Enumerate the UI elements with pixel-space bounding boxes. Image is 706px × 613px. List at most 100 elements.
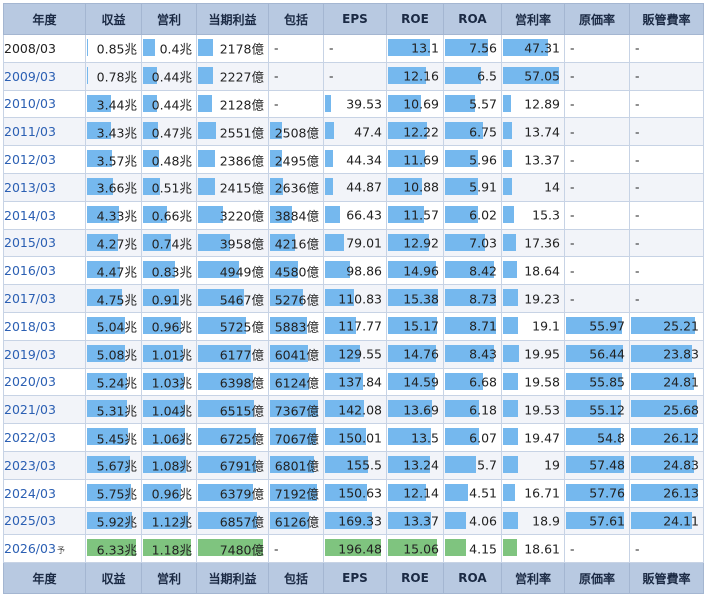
value-cell-net: 2551億 xyxy=(196,117,269,147)
col-header[interactable]: EPS xyxy=(323,3,387,35)
value-text: 26.13 xyxy=(663,485,699,501)
col-header[interactable]: 当期利益 xyxy=(196,3,269,35)
year-link[interactable]: 2026/03 xyxy=(5,541,56,556)
year-link[interactable]: 2010/03 xyxy=(5,96,56,111)
year-link[interactable]: 2021/03 xyxy=(5,402,56,417)
col-footer[interactable]: 包括 xyxy=(268,562,324,595)
value-text: 110.83 xyxy=(338,291,382,307)
year-link[interactable]: 2023/03 xyxy=(5,458,56,473)
year-cell: 2024/03 xyxy=(3,478,86,508)
value-cell-sga: - xyxy=(629,145,704,174)
year-link[interactable]: 2011/03 xyxy=(5,124,56,139)
value-text: 98.86 xyxy=(346,263,382,279)
year-link[interactable]: 2009/03 xyxy=(5,69,56,84)
year-link[interactable]: 2012/03 xyxy=(5,152,56,167)
value-text: 19.58 xyxy=(524,374,560,390)
value-cell-op: 0.48兆 xyxy=(141,145,197,174)
value-text: 5.08兆 xyxy=(96,347,137,363)
col-footer[interactable]: 年度 xyxy=(3,562,86,595)
value-text: 12.89 xyxy=(524,96,560,112)
value-text: 6.33兆 xyxy=(96,542,137,558)
value-text: 5.96 xyxy=(469,152,497,168)
col-header[interactable]: ROA xyxy=(443,3,502,35)
value-text: 0.96兆 xyxy=(151,486,192,502)
value-cell-opm: 18.61 xyxy=(501,534,565,564)
value-cell-eps: 98.86 xyxy=(323,256,387,286)
col-header[interactable]: 収益 xyxy=(85,3,142,35)
year-link[interactable]: 2024/03 xyxy=(5,486,56,501)
col-footer[interactable]: ROA xyxy=(443,562,502,595)
value-cell-eps: 196.48 xyxy=(323,534,387,564)
col-footer[interactable]: ROE xyxy=(386,562,444,595)
value-cell-roa: 7.56 xyxy=(443,34,502,63)
table-row: 2011/03 3.43兆 0.47兆 2551億 2508億 47.4 12.22 6.75… xyxy=(3,117,704,147)
value-text: 5725億 xyxy=(219,319,264,335)
col-header[interactable]: 包括 xyxy=(268,3,324,35)
value-cell-roa: 5.91 xyxy=(443,172,502,202)
col-footer[interactable]: 当期利益 xyxy=(196,562,269,595)
value-cell-opm: 19.58 xyxy=(501,367,565,397)
value-text: 2178億 xyxy=(219,41,264,57)
value-cell-cost: - xyxy=(564,172,630,202)
col-header[interactable]: 年度 xyxy=(3,3,86,35)
year-link[interactable]: 2019/03 xyxy=(5,347,56,362)
year-link[interactable]: 2018/03 xyxy=(5,319,56,334)
value-cell-eps: 44.34 xyxy=(323,145,387,174)
value-text: 3220億 xyxy=(219,208,264,224)
col-header[interactable]: ROE xyxy=(386,3,444,35)
col-footer[interactable]: 営利 xyxy=(141,562,197,595)
value-text: 19.23 xyxy=(524,291,560,307)
year-link[interactable]: 2013/03 xyxy=(5,180,56,195)
col-footer[interactable]: 原価率 xyxy=(564,562,630,595)
value-text: 5.31兆 xyxy=(96,403,137,419)
year-link[interactable]: 2014/03 xyxy=(5,208,56,223)
value-cell-rev: 3.57兆 xyxy=(85,145,142,174)
empty-value: - xyxy=(635,263,640,279)
table-row: 2023/03 5.67兆 1.08兆 6791億 6801億 155.5 13.24 5.7… xyxy=(3,450,704,480)
value-cell-opm: 57.05 xyxy=(501,61,565,91)
year-link[interactable]: 2025/03 xyxy=(5,513,56,528)
value-text: 24.83 xyxy=(663,457,699,473)
year-link[interactable]: 2020/03 xyxy=(5,374,56,389)
year-link[interactable]: 2017/03 xyxy=(5,291,56,306)
col-header[interactable]: 販管費率 xyxy=(629,3,704,35)
value-bar xyxy=(325,94,332,112)
col-header[interactable]: 営利 xyxy=(141,3,197,35)
value-bar xyxy=(503,94,511,112)
year-cell: 2011/03 xyxy=(3,117,86,147)
value-cell-op: 0.51兆 xyxy=(141,172,197,202)
col-header[interactable]: 営利率 xyxy=(501,3,565,35)
value-cell-rev: 5.92兆 xyxy=(85,506,142,536)
value-text: 5.04兆 xyxy=(96,319,137,335)
value-cell-cost: - xyxy=(564,228,630,258)
col-header[interactable]: 原価率 xyxy=(564,3,630,35)
value-text: 6857億 xyxy=(219,514,264,530)
value-cell-opm: 13.37 xyxy=(501,145,565,174)
value-cell-op: 0.96兆 xyxy=(141,311,197,341)
value-text: 57.61 xyxy=(589,513,625,529)
year-link[interactable]: 2015/03 xyxy=(5,235,56,250)
col-footer[interactable]: 収益 xyxy=(85,562,142,595)
value-cell-cost: 57.48 xyxy=(564,450,630,480)
value-bar xyxy=(503,150,512,168)
value-cell-roe: 15.17 xyxy=(386,311,444,341)
col-footer[interactable]: 営利率 xyxy=(501,562,565,595)
value-cell-eps: 169.33 xyxy=(323,506,387,536)
value-text: 5.45兆 xyxy=(96,431,137,447)
year-link[interactable]: 2022/03 xyxy=(5,430,56,445)
col-footer[interactable]: EPS xyxy=(323,562,387,595)
value-cell-cost: - xyxy=(564,200,630,230)
col-footer[interactable]: 販管費率 xyxy=(629,562,704,595)
value-text: 6379億 xyxy=(219,486,264,502)
value-cell-rev: 0.85兆 xyxy=(85,34,142,63)
value-text: 3884億 xyxy=(274,208,319,224)
value-cell-net: 5467億 xyxy=(196,284,269,313)
value-text: 169.33 xyxy=(338,513,382,529)
value-cell-rev: 4.27兆 xyxy=(85,228,142,258)
value-cell-op: 0.74兆 xyxy=(141,228,197,258)
year-link[interactable]: 2016/03 xyxy=(5,263,56,278)
year-cell: 2008/03 xyxy=(3,34,86,63)
value-cell-net: 3958億 xyxy=(196,228,269,258)
value-cell-roa: 8.42 xyxy=(443,256,502,286)
value-text: 2508億 xyxy=(274,125,319,141)
